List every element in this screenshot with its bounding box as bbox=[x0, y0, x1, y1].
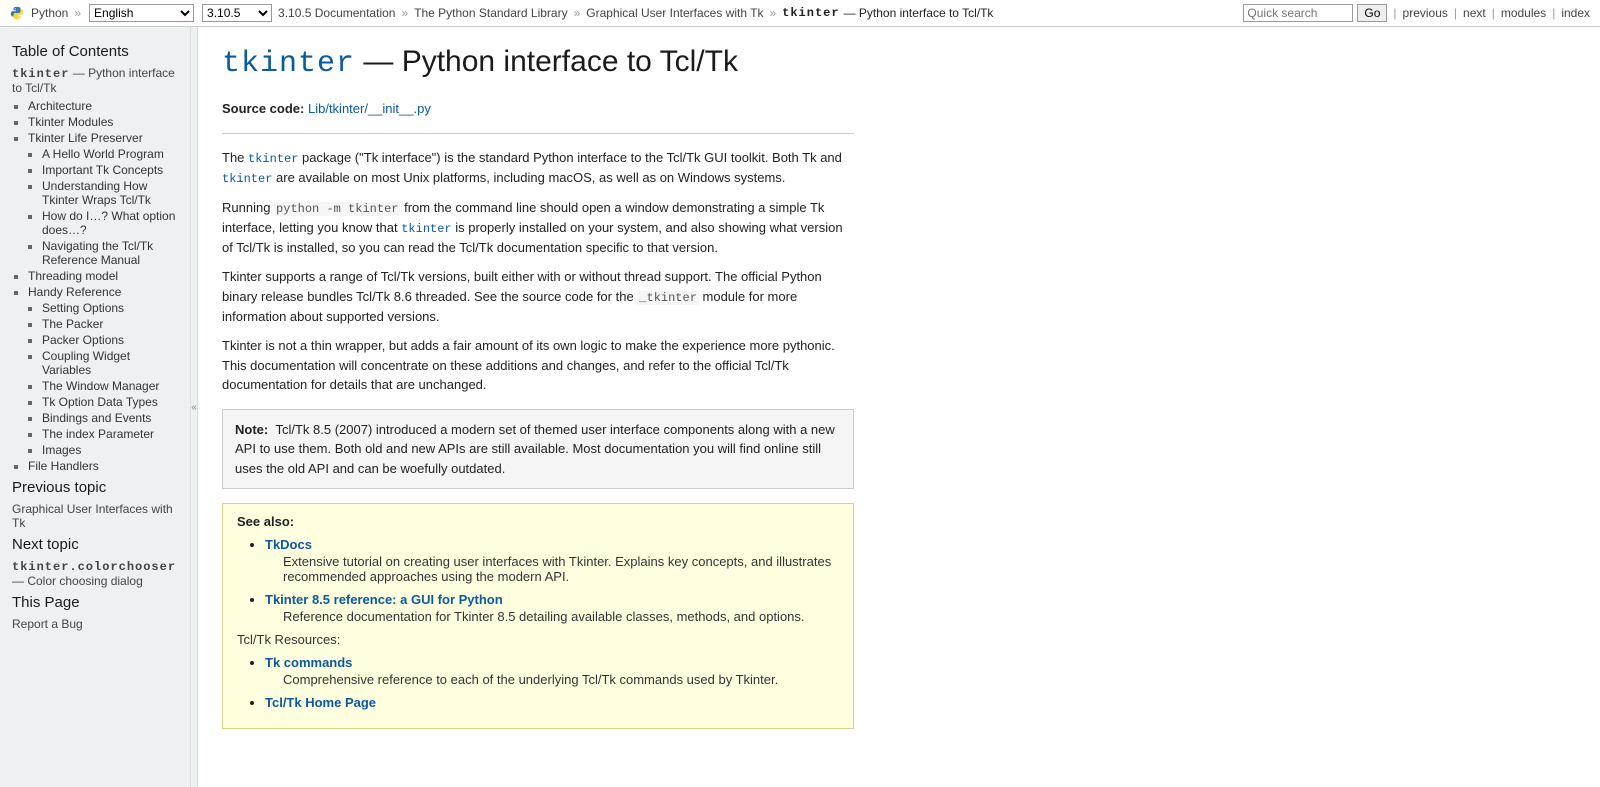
toc-handy-ref[interactable]: Handy Reference bbox=[28, 285, 121, 299]
toc-wraps-tcltk[interactable]: Understanding How Tkinter Wraps Tcl/Tk bbox=[42, 179, 151, 207]
sidebar-collapse-handle[interactable]: « bbox=[190, 27, 198, 787]
seealso-subhead: Tcl/Tk Resources: bbox=[237, 632, 839, 647]
go-button[interactable]: Go bbox=[1357, 4, 1387, 22]
source-code-link[interactable]: Lib/tkinter/__init__.py bbox=[308, 101, 431, 116]
toc-how-do-i[interactable]: How do I…? What option does…? bbox=[42, 209, 175, 237]
toc-tk-concepts[interactable]: Important Tk Concepts bbox=[42, 163, 163, 177]
toc-setting-options[interactable]: Setting Options bbox=[42, 301, 124, 315]
source-code-line: Source code: Lib/tkinter/__init__.py bbox=[222, 99, 854, 119]
topbar: Python » English 3.10.5 3.10.5 Documenta… bbox=[0, 0, 1600, 27]
seealso-tk85-ref[interactable]: Tkinter 8.5 reference: a GUI for Python bbox=[265, 592, 503, 607]
title-module-link[interactable]: tkinter bbox=[222, 47, 355, 81]
toc-architecture[interactable]: Architecture bbox=[28, 99, 92, 113]
nav-index[interactable]: index bbox=[1561, 6, 1590, 20]
intro-p3: Tkinter supports a range of Tcl/Tk versi… bbox=[222, 267, 854, 326]
nav-next[interactable]: next bbox=[1463, 6, 1486, 20]
python-link[interactable]: Python bbox=[31, 6, 68, 20]
seealso-tk-commands[interactable]: Tk commands bbox=[265, 655, 352, 670]
toc-heading: Table of Contents bbox=[12, 43, 180, 60]
page-title: tkinter — Python interface to Tcl/Tk bbox=[222, 45, 854, 81]
intro-p4: Tkinter is not a thin wrapper, but adds … bbox=[222, 336, 854, 395]
python-logo-icon bbox=[10, 6, 24, 20]
toc-images[interactable]: Images bbox=[42, 443, 81, 457]
this-page-heading: This Page bbox=[12, 594, 180, 611]
next-topic-heading: Next topic bbox=[12, 536, 180, 553]
toc-hello-world[interactable]: A Hello World Program bbox=[42, 147, 164, 161]
intro-p1: The tkinter package ("Tk interface") is … bbox=[222, 148, 854, 188]
seealso-box: See also: TkDocs Extensive tutorial on c… bbox=[222, 503, 854, 729]
toc-navigating-ref[interactable]: Navigating the Tcl/Tk Reference Manual bbox=[42, 239, 153, 267]
prev-topic-link[interactable]: Graphical User Interfaces with Tk bbox=[12, 502, 173, 530]
next-topic-link[interactable]: tkinter.colorchooser — Color choosing di… bbox=[12, 559, 176, 588]
search-input[interactable] bbox=[1243, 4, 1353, 22]
toc-packer[interactable]: The Packer bbox=[42, 317, 103, 331]
breadcrumb-tail: — Python interface to Tcl/Tk bbox=[844, 6, 994, 20]
toc-tkinter-modules[interactable]: Tkinter Modules bbox=[28, 115, 113, 129]
toc-top-link[interactable]: tkinter — Python interface to Tcl/Tk bbox=[12, 66, 175, 95]
seealso-tkdocs[interactable]: TkDocs bbox=[265, 537, 312, 552]
nav-previous[interactable]: previous bbox=[1403, 6, 1448, 20]
toc-option-types[interactable]: Tk Option Data Types bbox=[42, 395, 158, 409]
toc-window-manager[interactable]: The Window Manager bbox=[42, 379, 159, 393]
version-select[interactable]: 3.10.5 bbox=[202, 4, 272, 22]
note-box: Note: Tcl/Tk 8.5 (2007) introduced a mod… bbox=[222, 409, 854, 490]
seealso-tcltk-home[interactable]: Tcl/Tk Home Page bbox=[265, 695, 376, 710]
seealso-label: See also: bbox=[237, 514, 839, 529]
sidebar: Table of Contents tkinter — Python inter… bbox=[0, 27, 190, 787]
toc-coupling-vars[interactable]: Coupling Widget Variables bbox=[42, 349, 130, 377]
breadcrumb-module: tkinter bbox=[782, 6, 839, 20]
prev-topic-heading: Previous topic bbox=[12, 479, 180, 496]
breadcrumb-gui[interactable]: Graphical User Interfaces with Tk bbox=[586, 6, 763, 20]
toc-file-handlers[interactable]: File Handlers bbox=[28, 459, 99, 473]
nav-modules[interactable]: modules bbox=[1501, 6, 1546, 20]
tkinter-mod-link[interactable]: tkinter bbox=[248, 152, 298, 166]
toc-packer-options[interactable]: Packer Options bbox=[42, 333, 124, 347]
toc-index-param[interactable]: The index Parameter bbox=[42, 427, 154, 441]
breadcrumb-doc[interactable]: 3.10.5 Documentation bbox=[278, 6, 395, 20]
report-bug-link[interactable]: Report a Bug bbox=[12, 617, 83, 631]
toc-threading[interactable]: Threading model bbox=[28, 269, 118, 283]
toc-life-preserver[interactable]: Tkinter Life Preserver bbox=[28, 131, 143, 145]
language-select[interactable]: English bbox=[89, 4, 194, 22]
main-content: tkinter — Python interface to Tcl/Tk Sou… bbox=[198, 27, 878, 787]
intro-p2: Running python -m tkinter from the comma… bbox=[222, 198, 854, 258]
toc-bindings-events[interactable]: Bindings and Events bbox=[42, 411, 151, 425]
breadcrumb-stdlib[interactable]: The Python Standard Library bbox=[414, 6, 567, 20]
